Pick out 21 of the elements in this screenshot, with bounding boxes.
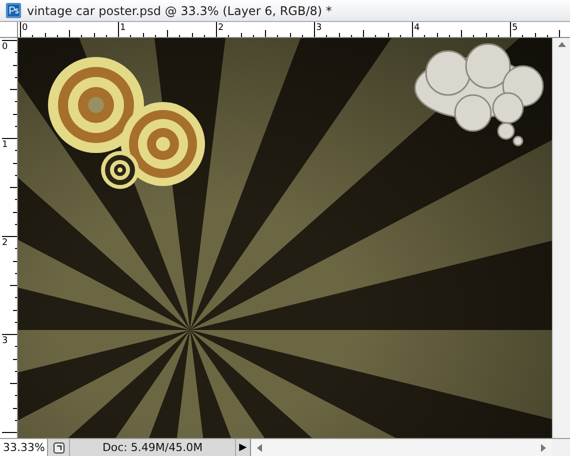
window-title: vintage car poster.psd @ 33.3% (Layer 6, RGB/8) * (27, 4, 332, 18)
ruler-label: 5 (512, 23, 518, 33)
ruler-label: 0 (22, 23, 28, 33)
ruler-label: 1 (120, 23, 126, 33)
resize-grip[interactable] (552, 439, 570, 456)
app-logo-icon (6, 3, 21, 18)
ruler-origin-corner[interactable] (0, 22, 18, 38)
ruler-label: 1 (2, 140, 8, 150)
ruler-label: 4 (414, 23, 420, 33)
scroll-up-icon[interactable] (558, 42, 566, 47)
zoom-field[interactable]: 33.33% (0, 439, 48, 456)
scroll-left-icon[interactable] (257, 444, 262, 452)
ruler-label: 2 (2, 238, 8, 248)
horizontal-scrollbar[interactable] (251, 439, 552, 456)
document-size-info: Doc: 5.49M/45.0M (101, 440, 204, 456)
scroll-right-icon[interactable] (541, 444, 546, 452)
ruler-label: 3 (2, 336, 8, 346)
ruler-label: 0 (2, 42, 8, 52)
status-menu-button[interactable]: ▶ (235, 439, 251, 456)
ruler-label: 2 (218, 23, 224, 33)
ruler-label: 3 (316, 23, 322, 33)
